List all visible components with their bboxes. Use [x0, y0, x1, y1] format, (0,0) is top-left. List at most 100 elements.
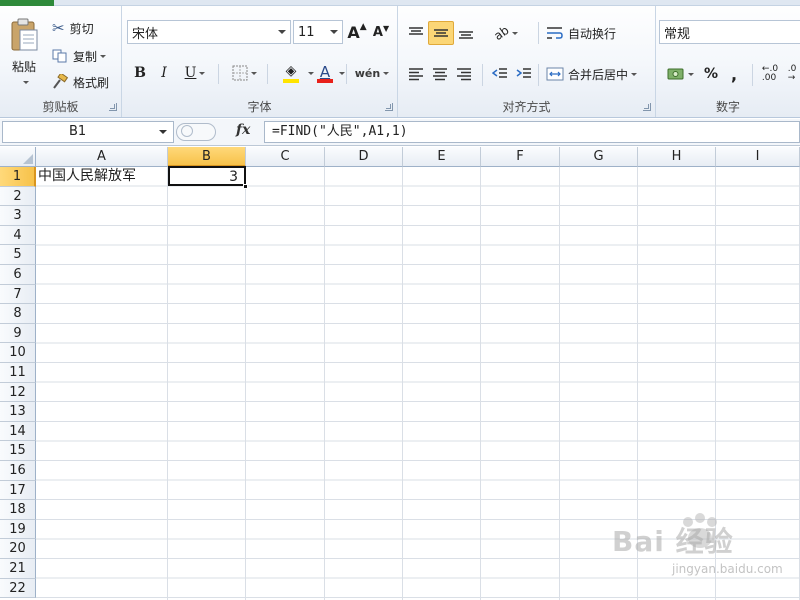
align-top-icon: [409, 27, 423, 35]
underline-button[interactable]: U: [178, 62, 212, 84]
column-header-a[interactable]: A: [36, 147, 168, 167]
font-name-select[interactable]: 宋体: [127, 20, 291, 44]
font-color-button[interactable]: A: [312, 60, 338, 86]
row-header-6[interactable]: 6: [0, 265, 36, 285]
row-header-1[interactable]: 1: [0, 167, 36, 187]
shrink-font-button[interactable]: A ▼: [370, 21, 392, 43]
name-box-dropdown-arrow[interactable]: [159, 130, 167, 134]
cut-label: 剪切: [69, 21, 94, 36]
merge-dropdown-arrow[interactable]: [631, 72, 638, 76]
column-header-h[interactable]: H: [638, 147, 716, 167]
row-header-14[interactable]: 14: [0, 421, 36, 442]
wrap-text-button[interactable]: 自动换行: [546, 21, 616, 45]
formula-input[interactable]: =FIND("人民",A1,1): [264, 121, 800, 143]
row-header-7[interactable]: 7: [0, 284, 36, 305]
number-format-select[interactable]: 常规: [659, 20, 800, 44]
column-header-g[interactable]: G: [560, 147, 638, 167]
font-size-select[interactable]: 11: [293, 20, 343, 44]
grow-font-button[interactable]: A ▲: [346, 21, 368, 43]
bold-button[interactable]: B: [130, 62, 150, 84]
fill-handle[interactable]: [243, 184, 248, 189]
accounting-dropdown-arrow[interactable]: [687, 72, 694, 76]
orientation-button[interactable]: ab: [490, 21, 522, 45]
row-header-8[interactable]: 8: [0, 304, 36, 324]
align-center-button[interactable]: [428, 62, 452, 86]
row-header-21[interactable]: 21: [0, 559, 36, 579]
decrease-indent-button[interactable]: [488, 62, 512, 86]
underline-icon: U: [184, 65, 197, 81]
clipboard-dialog-launcher[interactable]: [109, 103, 117, 111]
column-header-b[interactable]: B: [168, 147, 246, 167]
accounting-format-button[interactable]: [662, 62, 698, 86]
align-left-button[interactable]: [404, 62, 428, 86]
font-size-dropdown-arrow[interactable]: [330, 30, 338, 34]
column-header-f[interactable]: F: [481, 147, 560, 167]
format-painter-button[interactable]: 格式刷: [52, 72, 109, 92]
phonetic-dropdown-arrow[interactable]: [383, 71, 390, 75]
decrease-decimal-button[interactable]: .0 →: [784, 62, 800, 86]
alignment-dialog-launcher[interactable]: [643, 103, 651, 111]
grow-font-icon: A: [347, 22, 360, 42]
fill-color-button[interactable]: ◈: [274, 60, 308, 86]
row-header-19[interactable]: 19: [0, 519, 36, 540]
align-middle-button[interactable]: [428, 21, 454, 45]
name-box[interactable]: B1: [2, 121, 174, 143]
column-header-c[interactable]: C: [246, 147, 325, 167]
align-top-button[interactable]: [404, 21, 428, 45]
row-header-4[interactable]: 4: [0, 225, 36, 246]
clipboard-group: 粘贴 ✂ 剪切 复制 格式刷 剪贴板: [0, 6, 122, 117]
cut-button[interactable]: ✂ 剪切: [52, 18, 94, 38]
row-header-18[interactable]: 18: [0, 500, 36, 520]
borders-button[interactable]: [226, 62, 262, 84]
row-header-3[interactable]: 3: [0, 206, 36, 226]
row-header-5[interactable]: 5: [0, 245, 36, 265]
row-header-12[interactable]: 12: [0, 382, 36, 403]
row-header-2[interactable]: 2: [0, 186, 36, 207]
formula-bar-splitter[interactable]: [176, 123, 216, 141]
copy-button[interactable]: 复制: [52, 46, 107, 66]
paste-button[interactable]: 粘贴: [6, 12, 42, 90]
column-header-e[interactable]: E: [403, 147, 481, 167]
italic-icon: I: [161, 65, 167, 81]
font-color-dropdown-arrow[interactable]: [339, 72, 345, 75]
row-header-10[interactable]: 10: [0, 343, 36, 363]
italic-button[interactable]: I: [154, 62, 174, 84]
comma-icon: ,: [730, 64, 738, 84]
increase-indent-button[interactable]: [512, 62, 536, 86]
cell-area[interactable]: 中国人民解放军 3: [36, 166, 800, 600]
orientation-dropdown-arrow[interactable]: [511, 31, 518, 35]
alignment-separator-3: [538, 64, 539, 86]
cell-a1[interactable]: 中国人民解放军: [38, 167, 166, 187]
percent-style-button[interactable]: %: [700, 62, 722, 86]
column-header-d[interactable]: D: [325, 147, 403, 167]
increase-decimal-button[interactable]: ←.0.00: [758, 62, 782, 86]
currency-icon: [667, 68, 683, 80]
row-header-15[interactable]: 15: [0, 441, 36, 461]
cell-b1[interactable]: 3: [168, 166, 246, 186]
wrap-text-label: 自动换行: [568, 26, 617, 41]
column-header-i[interactable]: I: [716, 147, 800, 167]
decrease-decimal-icon: .0 →: [787, 64, 797, 83]
comma-style-button[interactable]: ,: [724, 62, 744, 86]
merge-center-button[interactable]: 合并后居中: [546, 62, 638, 86]
row-header-9[interactable]: 9: [0, 323, 36, 344]
row-header-13[interactable]: 13: [0, 402, 36, 422]
font-dialog-launcher[interactable]: [385, 103, 393, 111]
phonetic-guide-button[interactable]: wén: [354, 60, 390, 86]
align-bottom-button[interactable]: [454, 21, 478, 45]
row-header-22[interactable]: 22: [0, 578, 36, 599]
scissors-icon: ✂: [52, 19, 65, 37]
insert-function-button[interactable]: fx: [236, 122, 250, 138]
align-right-button[interactable]: [452, 62, 476, 86]
borders-dropdown-arrow[interactable]: [250, 71, 257, 75]
row-header-16[interactable]: 16: [0, 461, 36, 481]
font-group: 宋体 11 A ▲ A ▼ B I U ◈ A wén 字体: [122, 6, 398, 117]
row-header-20[interactable]: 20: [0, 539, 36, 559]
font-name-dropdown-arrow[interactable]: [278, 30, 286, 34]
row-header-17[interactable]: 17: [0, 480, 36, 501]
row-header-11[interactable]: 11: [0, 363, 36, 383]
align-right-icon: [457, 68, 471, 81]
underline-dropdown-arrow[interactable]: [199, 71, 206, 75]
copy-dropdown-arrow[interactable]: [100, 54, 107, 58]
paste-dropdown-arrow[interactable]: [22, 81, 29, 84]
